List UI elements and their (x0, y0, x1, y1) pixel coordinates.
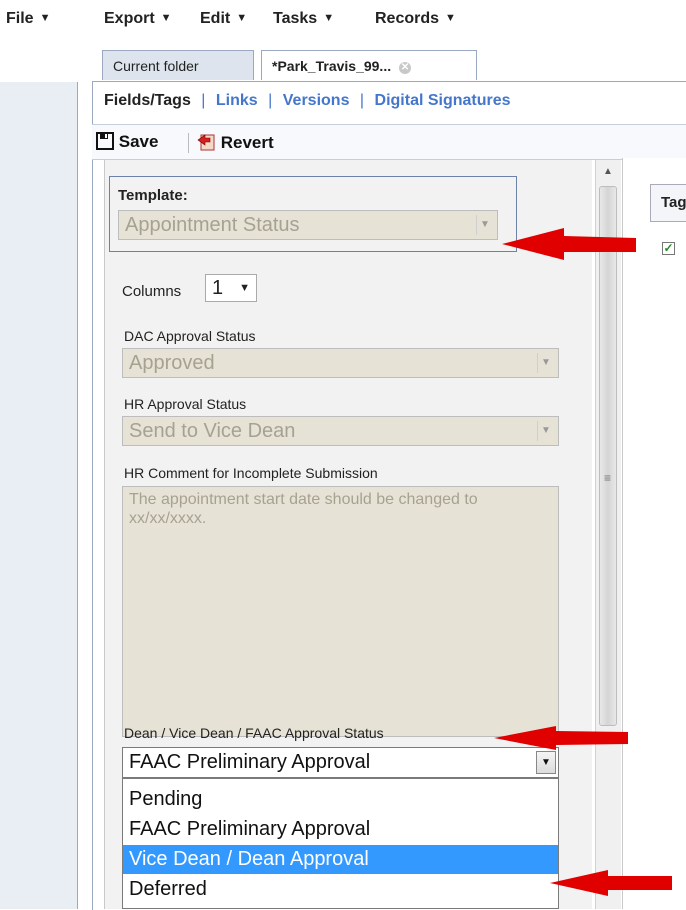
caret-down-icon: ▼ (445, 12, 456, 24)
save-icon (96, 132, 114, 150)
dac-approval-select: Approved ▼ (122, 348, 559, 378)
chevron-down-icon: ▼ (476, 215, 493, 235)
chevron-down-icon: ▼ (537, 353, 554, 373)
tags-column-header[interactable]: Tags (650, 184, 686, 222)
subnav-versions[interactable]: Versions (283, 92, 350, 109)
subnav-fields-tags[interactable]: Fields/Tags (104, 92, 191, 109)
template-label: Template: (118, 187, 188, 204)
hr-approval-select: Send to Vice Dean ▼ (122, 416, 559, 446)
menu-records[interactable]: Records ▼ (375, 10, 456, 28)
caret-down-icon: ▼ (160, 12, 172, 24)
revert-icon (197, 134, 215, 151)
caret-down-icon: ▼ (236, 12, 248, 24)
tag-checkbox[interactable]: ✓ (662, 242, 675, 255)
scrollbar-thumb[interactable]: ≡ (599, 186, 617, 726)
columns-label: Columns (122, 283, 182, 300)
tags-panel (622, 158, 686, 909)
dropdown-option-faac-preliminary[interactable]: FAAC Preliminary Approval (123, 815, 558, 844)
toolbar-divider (188, 133, 189, 153)
caret-down-icon: ▼ (239, 282, 250, 294)
menu-edit[interactable]: Edit ▼ (200, 10, 247, 28)
hr-comment-textarea: The appointment start date should be cha… (122, 486, 559, 737)
caret-down-icon: ▼ (39, 12, 51, 24)
close-icon[interactable]: ✕ (399, 62, 412, 74)
subnav-digital-signatures[interactable]: Digital Signatures (375, 92, 511, 109)
scroll-up-icon[interactable]: ▲ (603, 166, 613, 177)
dropdown-option-vice-dean-dean[interactable]: Vice Dean / Dean Approval (123, 845, 558, 874)
hr-approval-label: HR Approval Status (124, 396, 247, 412)
revert-button[interactable]: Revert (196, 132, 274, 153)
dropdown-option-deferred[interactable]: Deferred (123, 875, 558, 904)
subnav-separator: | (359, 92, 365, 109)
annotation-arrow-icon (550, 870, 672, 896)
menu-file[interactable]: File ▼ (6, 10, 50, 28)
chevron-down-icon[interactable]: ▼ (536, 751, 556, 774)
menu-tasks[interactable]: Tasks ▼ (273, 10, 334, 28)
subnav-separator: | (268, 92, 273, 109)
template-box: Template: Appointment Status ▼ (109, 176, 517, 252)
subnav-separator: | (201, 92, 206, 109)
dac-approval-label: DAC Approval Status (124, 328, 256, 344)
annotation-arrow-icon (494, 726, 628, 750)
annotation-arrow-icon (502, 228, 636, 260)
subnav-links[interactable]: Links (216, 92, 258, 109)
left-navigation-strip (0, 82, 78, 909)
toolbar: Save Revert (92, 124, 686, 160)
dropdown-option-pending[interactable]: Pending (123, 785, 558, 814)
tab-current-folder[interactable]: Current folder (102, 50, 254, 80)
save-button[interactable]: Save (96, 132, 158, 152)
tab-record[interactable]: *Park_Travis_99... ✕ (261, 50, 477, 80)
menu-bar: File ▼ Export ▼ Edit ▼ Tasks ▼ Records ▼ (0, 0, 686, 40)
vertical-scrollbar[interactable]: ▲ ≡ (595, 160, 621, 909)
checkmark-icon: ✓ (663, 241, 674, 255)
dean-approval-select[interactable]: FAAC Preliminary Approval ▼ (122, 747, 559, 778)
caret-down-icon: ▼ (323, 12, 335, 24)
hr-comment-label: HR Comment for Incomplete Submission (124, 465, 378, 481)
columns-select[interactable]: 1 ▼ (205, 274, 257, 302)
subnav: Fields/Tags | Links | Versions | Digital… (104, 92, 511, 110)
menu-export[interactable]: Export ▼ (104, 10, 172, 28)
dean-approval-label: Dean / Vice Dean / FAAC Approval Status (124, 725, 384, 741)
grip-icon: ≡ (604, 471, 612, 485)
template-select: Appointment Status ▼ (118, 210, 498, 240)
chevron-down-icon: ▼ (537, 421, 554, 441)
dean-approval-dropdown: Pending FAAC Preliminary Approval Vice D… (122, 778, 559, 909)
